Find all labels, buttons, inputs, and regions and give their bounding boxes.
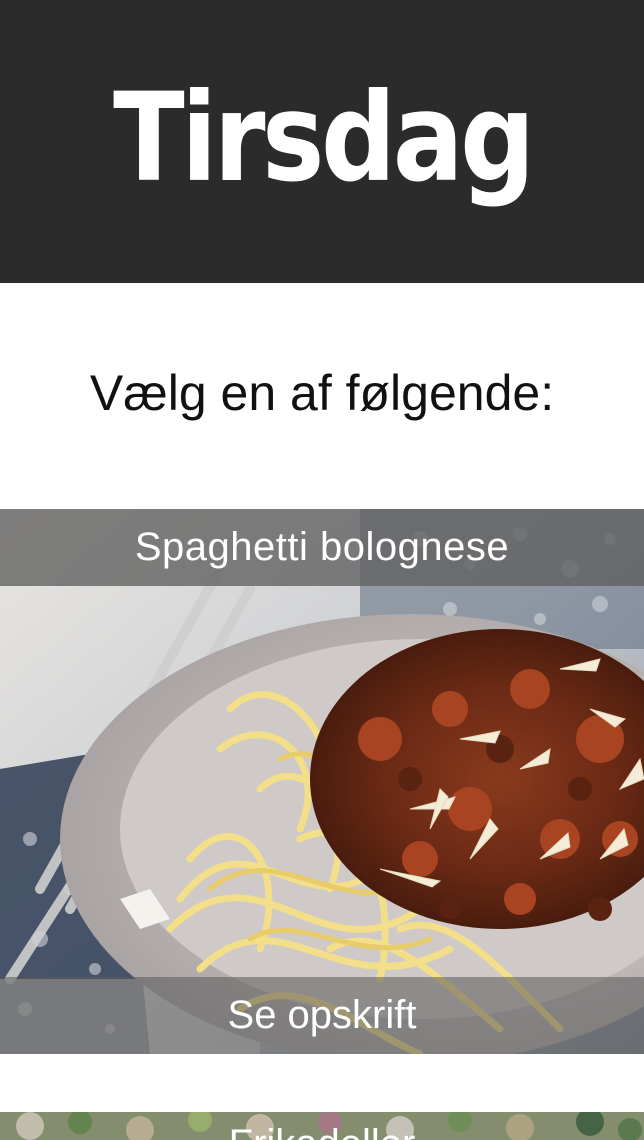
recipe-title: Frikadeller <box>0 1124 644 1140</box>
recipe-title: Spaghetti bolognese <box>134 525 510 569</box>
see-recipe-button-label: Se opskrift <box>227 993 417 1037</box>
see-recipe-button[interactable]: Se opskrift <box>0 977 644 1054</box>
recipe-photo <box>0 509 644 1054</box>
recipe-title-bar: Spaghetti bolognese <box>0 509 644 586</box>
recipe-card-spaghetti[interactable]: Spaghetti bolognese Se opskrift <box>0 509 644 1054</box>
day-header: Tirsdag <box>0 0 644 283</box>
recipe-card-salad[interactable]: Frikadeller <box>0 1112 644 1140</box>
day-title: Tirsdag <box>112 66 535 209</box>
choose-prompt: Vælg en af følgende: <box>89 365 555 421</box>
